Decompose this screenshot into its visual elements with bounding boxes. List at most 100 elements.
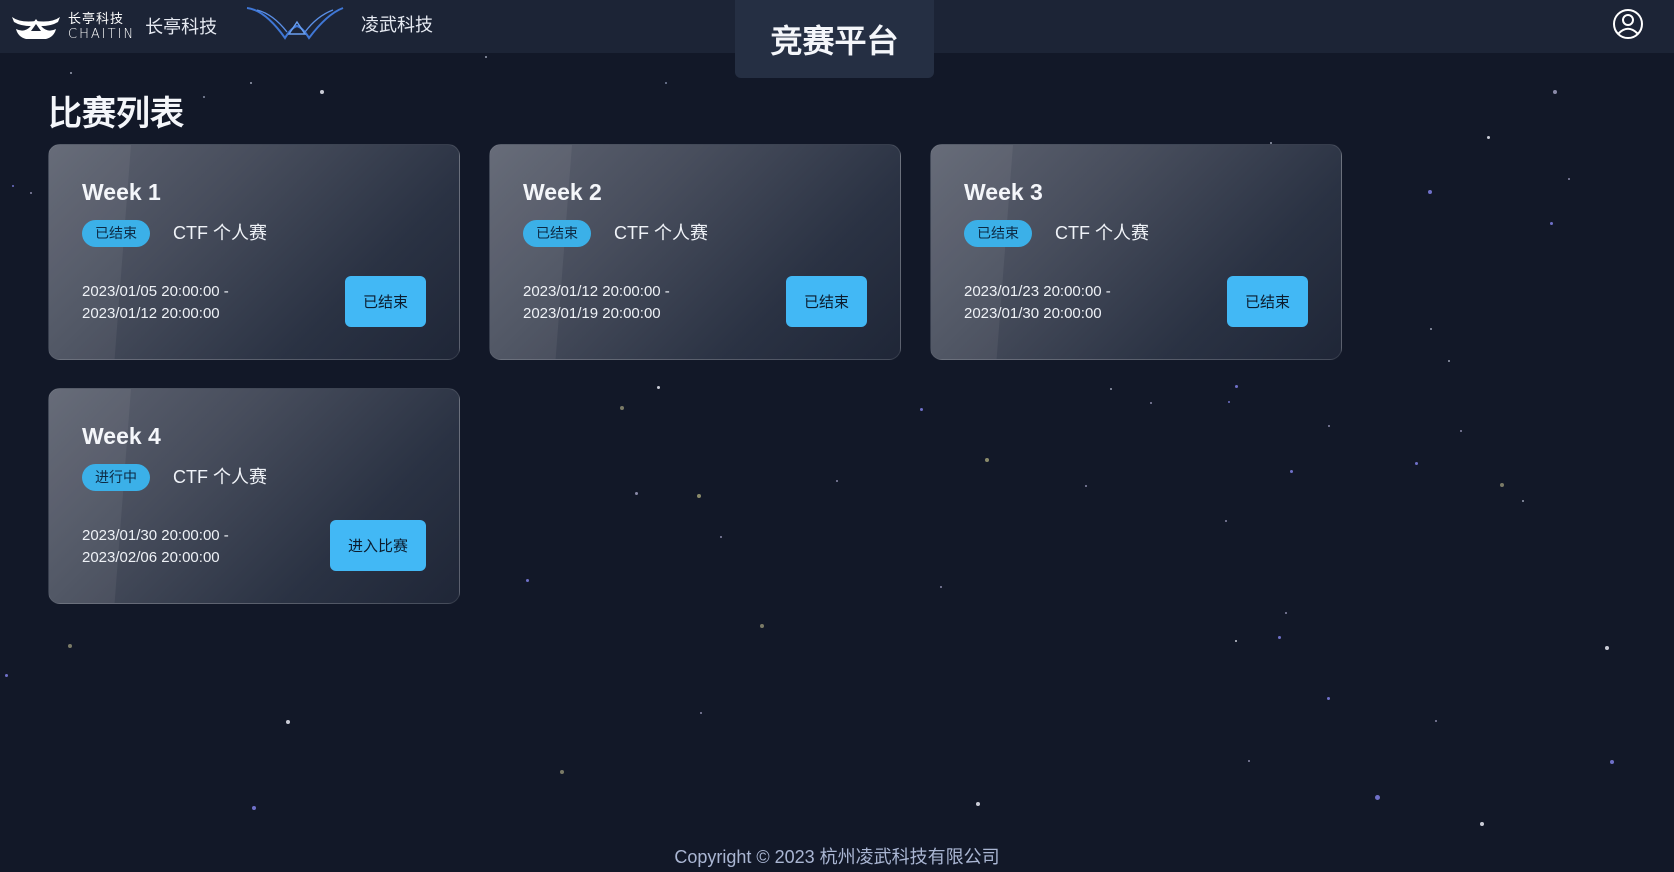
star-dot [1435, 720, 1437, 722]
competition-action-button[interactable]: 已结束 [785, 276, 867, 327]
end-time: 2023/01/12 20:00:00 [82, 305, 220, 322]
star-dot [1110, 388, 1112, 390]
status-badge: 已结束 [964, 220, 1032, 247]
platform-title: 竞赛平台 [735, 0, 934, 78]
star-dot [1285, 612, 1287, 614]
competition-title: Week 1 [82, 179, 161, 205]
star-dot [760, 624, 764, 628]
star-dot [1235, 385, 1238, 388]
start-time: 2023/01/05 20:00:00 - [82, 283, 229, 300]
star-dot [985, 458, 989, 462]
competition-time: 2023/01/23 20:00:00 - 2023/01/30 20:00:0… [964, 281, 1111, 325]
competition-time: 2023/01/12 20:00:00 - 2023/01/19 20:00:0… [523, 281, 670, 325]
star-dot [1290, 470, 1293, 473]
star-dot [620, 406, 624, 410]
competition-type: CTF 个人赛 [1055, 223, 1149, 243]
star-dot [635, 492, 638, 495]
star-dot [5, 674, 8, 677]
star-dot [485, 56, 487, 58]
page-title: 比赛列表 [48, 95, 184, 133]
competition-type: CTF 个人赛 [173, 223, 267, 243]
competition-action-button[interactable]: 已结束 [344, 276, 426, 327]
star-dot [976, 802, 980, 806]
star-dot [1568, 178, 1570, 180]
competition-time: 2023/01/30 20:00:00 - 2023/02/06 20:00:0… [82, 525, 229, 569]
status-badge: 已结束 [523, 220, 591, 247]
start-time: 2023/01/23 20:00:00 - [964, 283, 1111, 300]
user-circle-icon [1613, 9, 1643, 39]
star-dot [1085, 485, 1087, 487]
star-dot [720, 536, 722, 538]
end-time: 2023/01/30 20:00:00 [964, 305, 1102, 322]
status-badge: 进行中 [82, 464, 150, 491]
star-dot [1278, 636, 1281, 639]
star-dot [1500, 483, 1504, 487]
star-dot [1550, 222, 1553, 225]
star-dot [1228, 401, 1230, 403]
lingwu-logo-icon [246, 7, 344, 40]
star-dot [1328, 425, 1330, 427]
footer-copyright: Copyright © 2023 杭州凌武科技有限公司 [674, 847, 1000, 867]
star-dot [1487, 136, 1490, 139]
competition-action-button[interactable]: 已结束 [1226, 276, 1308, 327]
star-dot [68, 644, 72, 648]
competition-title: Week 4 [82, 423, 161, 449]
competition-card: Week 2 已结束 CTF 个人赛 2023/01/12 20:00:00 -… [489, 144, 901, 360]
competition-time: 2023/01/05 20:00:00 - 2023/01/12 20:00:0… [82, 281, 229, 325]
start-time: 2023/01/12 20:00:00 - [523, 283, 670, 300]
chaitin-logo-cn: 长亭科技 [68, 10, 125, 26]
star-dot [1415, 462, 1418, 465]
star-dot [1225, 520, 1227, 522]
star-dot [1460, 430, 1462, 432]
star-dot [665, 82, 667, 84]
star-dot [1480, 822, 1484, 826]
star-dot [1248, 760, 1250, 762]
competition-card: Week 1 已结束 CTF 个人赛 2023/01/05 20:00:00 -… [48, 144, 460, 360]
star-dot [836, 480, 838, 482]
star-dot [1553, 90, 1557, 94]
competition-title: Week 2 [523, 179, 602, 205]
end-time: 2023/01/19 20:00:00 [523, 305, 661, 322]
star-dot [1375, 795, 1380, 800]
enter-competition-button[interactable]: 进入比赛 [329, 520, 426, 571]
star-dot [320, 90, 324, 94]
star-dot [203, 96, 205, 98]
star-dot [700, 712, 702, 714]
user-account-button[interactable] [1612, 8, 1644, 40]
star-dot [1150, 402, 1152, 404]
star-dot [697, 494, 701, 498]
star-dot [12, 185, 14, 187]
star-dot [940, 586, 942, 588]
star-dot [920, 408, 923, 411]
lingwu-brand[interactable]: 凌武科技 [245, 4, 433, 44]
star-dot [252, 806, 256, 810]
chaitin-brand-name: 长亭科技 [145, 17, 218, 37]
star-dot [1327, 697, 1330, 700]
star-dot [1428, 190, 1432, 194]
chaitin-logo-icon [12, 17, 60, 39]
star-dot [1430, 328, 1432, 330]
star-dot [657, 386, 660, 389]
chaitin-logo-en: CHAITIN [68, 26, 136, 42]
competition-card: Week 3 已结束 CTF 个人赛 2023/01/23 20:00:00 -… [930, 144, 1342, 360]
star-dot [30, 192, 32, 194]
competition-title: Week 3 [964, 179, 1043, 205]
star-dot [1448, 360, 1450, 362]
star-dot [1610, 760, 1614, 764]
star-dot [1522, 500, 1524, 502]
lingwu-brand-name: 凌武科技 [361, 15, 433, 35]
star-dot [560, 770, 564, 774]
star-dot [250, 82, 252, 84]
star-dot [1235, 640, 1237, 642]
end-time: 2023/02/06 20:00:00 [82, 549, 220, 566]
status-badge: 已结束 [82, 220, 150, 247]
start-time: 2023/01/30 20:00:00 - [82, 527, 229, 544]
competition-card: Week 4 进行中 CTF 个人赛 2023/01/30 20:00:00 -… [48, 388, 460, 604]
star-dot [526, 579, 529, 582]
competition-type: CTF 个人赛 [614, 223, 708, 243]
star-dot [286, 720, 290, 724]
competition-type: CTF 个人赛 [173, 467, 267, 487]
chaitin-brand[interactable]: 长亭科技 CHAITIN 长亭科技 [10, 6, 217, 46]
star-dot [1605, 646, 1609, 650]
star-dot [70, 72, 72, 74]
